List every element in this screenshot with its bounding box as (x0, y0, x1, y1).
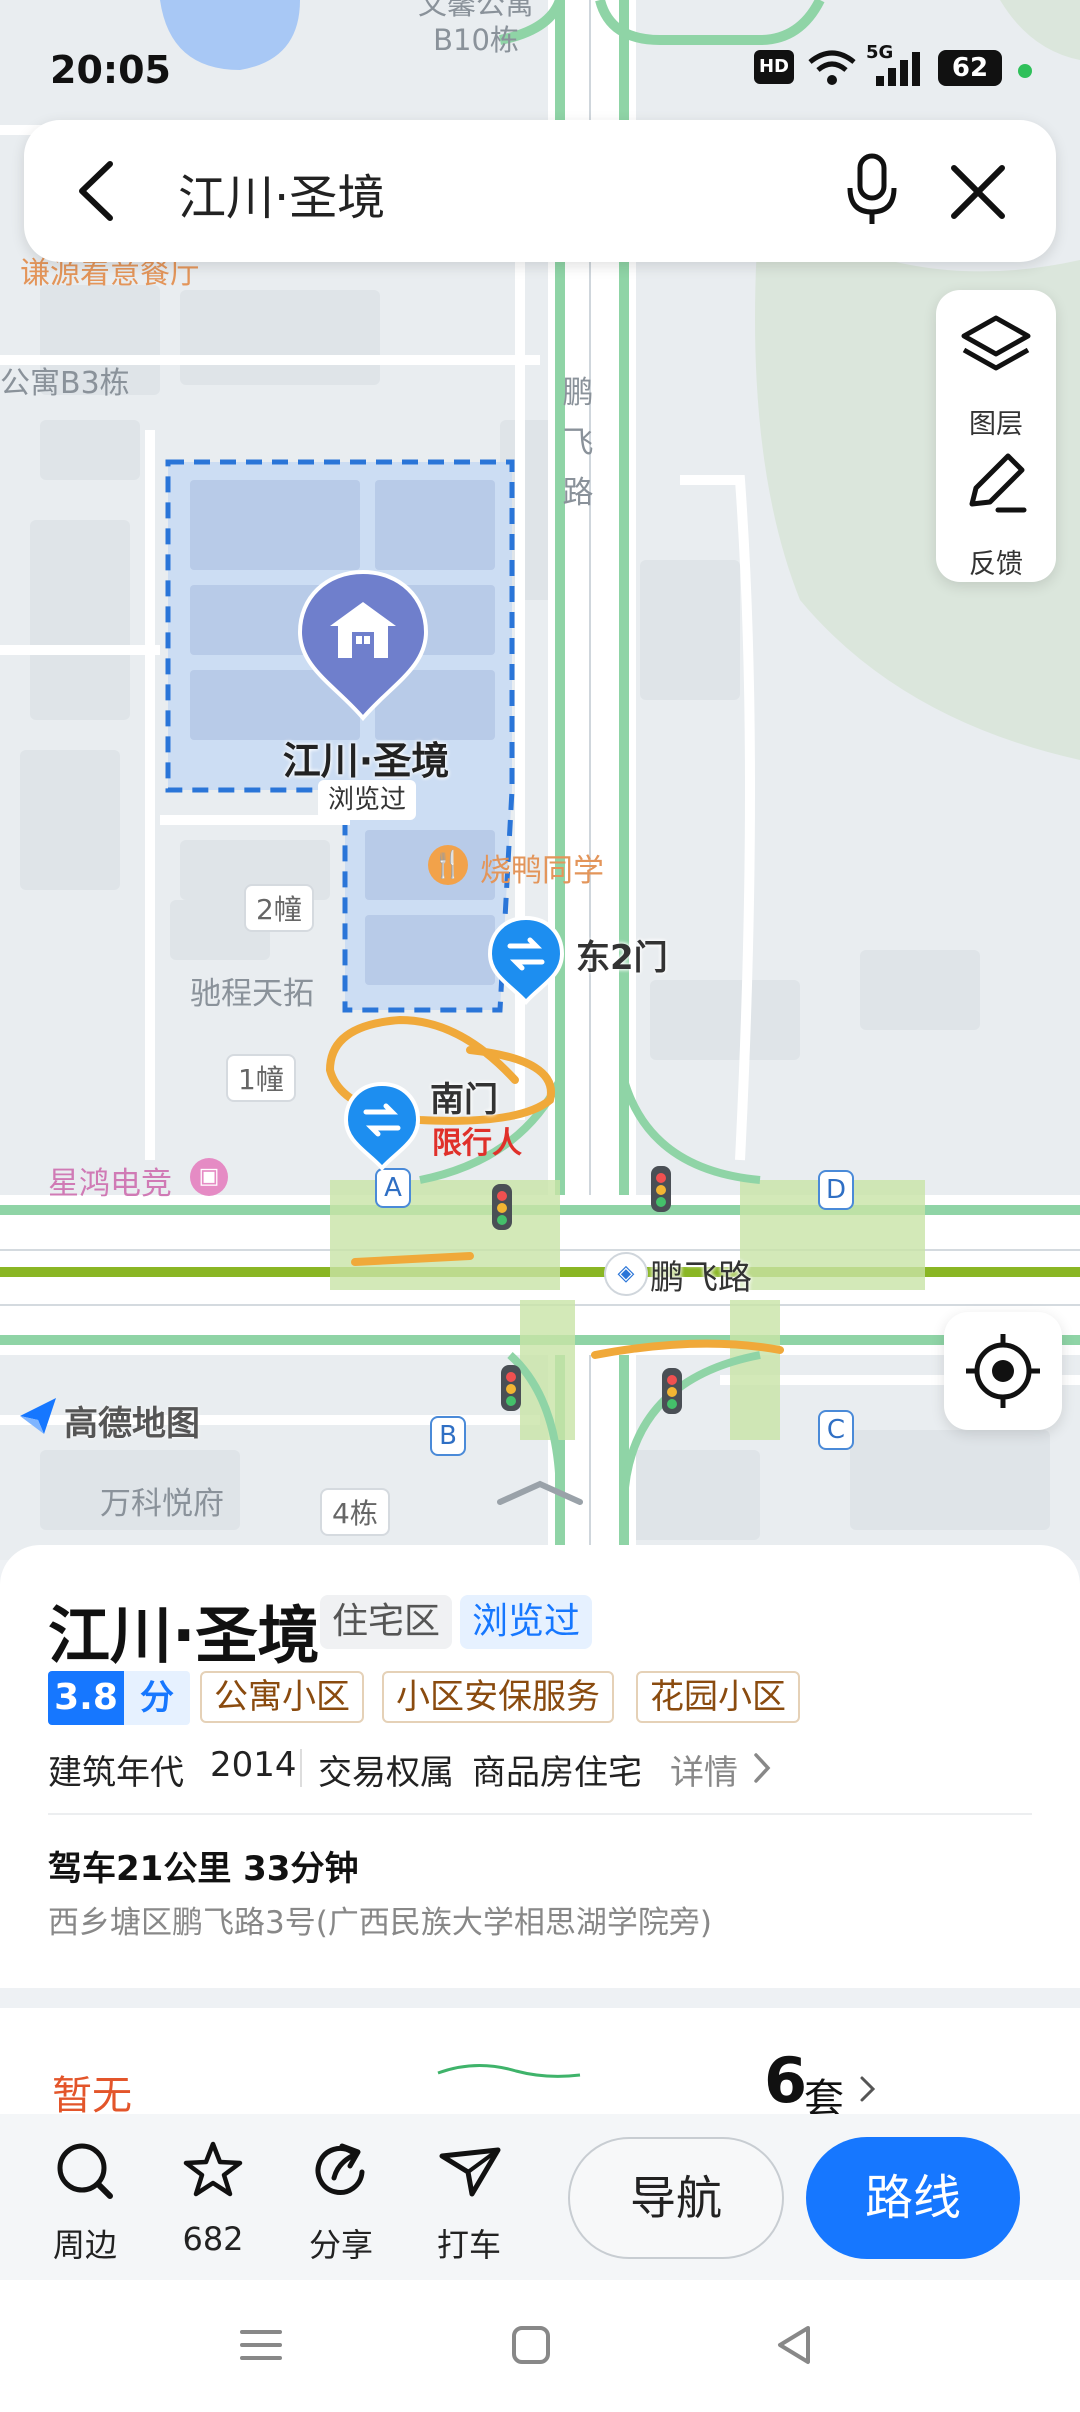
viewed-tag: 浏览过 (460, 1595, 593, 1649)
share-icon (315, 2143, 365, 2195)
gate-marker-a: A (375, 1168, 411, 1208)
place-type-tag: 住宅区 (320, 1595, 453, 1649)
amap-logo-icon (16, 1394, 60, 1438)
gate-marker-c: C (818, 1410, 854, 1450)
bottom-action-bar: 周边 682 分享 打车 导航 路线 (0, 2114, 1080, 2280)
poi-pin[interactable] (296, 568, 430, 728)
share-button[interactable]: 分享 (286, 2138, 396, 2268)
gate-marker-b: B (430, 1416, 466, 1456)
listing-count: 6 (764, 2044, 808, 2117)
listing-section[interactable]: 暂无 6 套 (0, 2008, 1080, 2123)
wifi-icon (806, 48, 858, 88)
menu-icon[interactable] (236, 2320, 286, 2370)
feature-tag: 公寓小区 (200, 1671, 364, 1723)
search-icon (57, 2143, 113, 2199)
place-address[interactable]: 西乡塘区鹏飞路3号(广西民族大学相思湖学院旁) (48, 1897, 712, 1942)
listing-price: 暂无 (52, 2073, 132, 2119)
built-year-label: 建筑年代 (48, 1753, 184, 1793)
entrance-icon (343, 1081, 421, 1172)
chevron-right-icon[interactable] (750, 1751, 774, 1785)
layers-icon (961, 315, 1031, 371)
favorite-button[interactable]: 682 (158, 2138, 268, 2268)
taxi-button[interactable]: 打车 (414, 2138, 524, 2268)
pedestrian-restriction-label: 限行人 (432, 1126, 522, 1161)
hd-icon: HD (754, 50, 794, 84)
poi-viewed-badge: 浏览过 (318, 780, 416, 820)
entrance-label-east[interactable]: 东2门 (576, 930, 668, 979)
microphone-icon[interactable] (844, 150, 900, 230)
details-link[interactable]: 详情 (670, 1745, 738, 1794)
entrance-pin-east[interactable] (486, 914, 566, 1006)
locate-me-button[interactable] (944, 1312, 1062, 1430)
layers-label: 图层 (969, 409, 1023, 440)
gate-marker-d: D (818, 1170, 854, 1210)
ownership-label: 交易权属 (318, 1753, 454, 1793)
map-label-roast-duck[interactable]: 烧鸭同学 (480, 845, 604, 890)
divider (48, 1813, 1032, 1815)
navigate-button[interactable]: 导航 (568, 2137, 784, 2259)
nearby-button[interactable]: 周边 (30, 2138, 140, 2268)
built-year-value: 2014 (210, 1745, 297, 1785)
chevron-right-icon[interactable] (858, 2074, 878, 2104)
search-query-text[interactable]: 江川·圣境 (178, 158, 385, 228)
poi-name-label[interactable]: 江川·圣境 (256, 730, 476, 785)
map-label-chicheng: 驰程天拓 (190, 976, 314, 1012)
back-arrow-icon[interactable] (68, 158, 128, 224)
home-icon[interactable] (506, 2320, 556, 2370)
place-title: 江川·圣境 (48, 1599, 320, 1672)
favorite-count: 682 (182, 2220, 244, 2258)
cellular-signal-icon (866, 48, 926, 88)
map-label-road-vertical: 鹏 飞 路 (562, 375, 594, 511)
building-tag-2: 2幢 (244, 884, 314, 932)
feedback-button[interactable]: 反馈 (936, 450, 1056, 580)
entrance-pin-south[interactable] (342, 1080, 422, 1172)
building-tag-1: 1幢 (226, 1054, 296, 1102)
feature-tag: 花园小区 (636, 1671, 800, 1723)
nearby-label: 周边 (52, 2226, 117, 2264)
taxi-icon (439, 2147, 501, 2197)
gaming-icon: ▣ (190, 1158, 228, 1196)
status-time: 20:05 (50, 48, 171, 92)
map-label-xinghong[interactable]: 星鸿电竞 (48, 1158, 172, 1203)
rating-score: 3.8 (48, 1671, 124, 1725)
divider (300, 1749, 302, 1787)
privacy-dot-icon (1018, 64, 1032, 78)
feedback-pencil-icon (969, 453, 1027, 513)
route-button[interactable]: 路线 (806, 2137, 1020, 2259)
share-label: 分享 (308, 2226, 373, 2264)
feedback-label: 反馈 (969, 549, 1023, 580)
status-bar: 20:05 HD 5G 62 (0, 0, 1080, 140)
taxi-label: 打车 (436, 2226, 501, 2264)
place-detail-sheet[interactable]: 江川·圣境 住宅区 浏览过 3.8 分 公寓小区 小区安保服务 花园小区 建筑年… (0, 1545, 1080, 1988)
entrance-icon (487, 915, 565, 1006)
map-label-apartment-b3: 公寓B3栋 (0, 366, 130, 401)
rating-unit: 分 (124, 1671, 190, 1725)
back-icon[interactable] (770, 2320, 820, 2370)
road-shield-icon: ◈ (604, 1252, 648, 1296)
map-label-vanke: 万科悦府 (100, 1486, 224, 1522)
amap-brand-label: 高德地图 (64, 1404, 200, 1444)
price-trend-sparkline (437, 2063, 581, 2078)
entrance-label-south[interactable]: 南门 (430, 1072, 498, 1121)
locate-crosshair-icon (966, 1334, 1040, 1408)
clear-close-icon[interactable] (948, 162, 1008, 222)
star-icon (183, 2141, 243, 2197)
building-tag-4: 4栋 (320, 1488, 390, 1536)
search-bar[interactable]: 江川·圣境 (24, 120, 1056, 262)
map-tools-panel: 图层 反馈 (936, 290, 1056, 582)
layers-button[interactable]: 图层 (936, 310, 1056, 440)
battery-icon: 62 (938, 50, 1002, 86)
residential-pin-icon (297, 569, 429, 722)
restaurant-icon: 🍴 (428, 845, 468, 885)
feature-tag: 小区安保服务 (382, 1671, 614, 1723)
ownership-value: 商品房住宅 (472, 1753, 642, 1793)
road-label-pengfei: 鹏飞路 (650, 1258, 752, 1298)
system-navigation-bar (0, 2280, 1080, 2412)
drive-distance-time: 驾车21公里 33分钟 (48, 1849, 359, 1889)
